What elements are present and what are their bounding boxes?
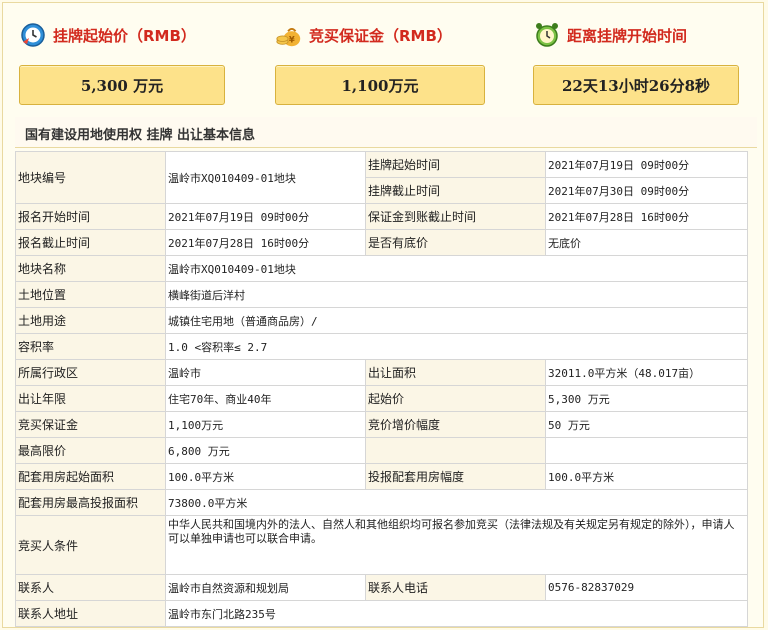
table-label: 联系人电话 bbox=[365, 574, 546, 601]
table-value: 温岭市XQ010409-01地块 bbox=[165, 151, 366, 204]
table-row: 配套用房最高投报面积 73800.0平方米 bbox=[15, 489, 748, 516]
table-value: 2021年07月19日 09时00分 bbox=[545, 151, 748, 178]
table-label: 保证金到账截止时间 bbox=[365, 203, 546, 230]
table-value: 1,100万元 bbox=[165, 411, 366, 438]
table-row: 容积率 1.0 <容积率≤ 2.7 bbox=[15, 333, 748, 360]
section-title: 国有建设用地使用权 挂牌 出让基本信息 bbox=[25, 128, 256, 143]
start-price-value: 5,300 万元 bbox=[19, 65, 225, 105]
table-value: 住宅70年、商业40年 bbox=[165, 385, 366, 412]
table-row: 报名开始时间 2021年07月19日 09时00分 保证金到账截止时间 2021… bbox=[15, 203, 748, 230]
table-value: 温岭市XQ010409-01地块 bbox=[165, 255, 748, 282]
countdown-value: 22天13小时26分8秒 bbox=[533, 65, 739, 105]
table-row: 联系人 温岭市自然资源和规划局 联系人电话 0576-82837029 bbox=[15, 574, 748, 601]
table-label: 竞买保证金 bbox=[15, 411, 166, 438]
table-row: 土地用途 城镇住宅用地（普通商品房）/ bbox=[15, 307, 748, 334]
countdown-card: 距离挂牌开始时间 22天13小时26分8秒 bbox=[533, 17, 753, 105]
table-label: 配套用房最高投报面积 bbox=[15, 489, 166, 516]
table-label: 竞买人条件 bbox=[15, 515, 166, 575]
start-price-card: 挂牌起始价（RMB） 5,300 万元 bbox=[19, 17, 239, 105]
table-label: 配套用房起始面积 bbox=[15, 463, 166, 490]
table-value: 1.0 <容积率≤ 2.7 bbox=[165, 333, 748, 360]
table-label: 挂牌起始时间 bbox=[365, 151, 546, 178]
table-label: 地块编号 bbox=[15, 151, 166, 204]
table-value: 横峰街道后洋村 bbox=[165, 281, 748, 308]
svg-text:¥: ¥ bbox=[289, 34, 295, 44]
table-value: 中华人民共和国境内外的法人、自然人和其他组织均可报名参加竞买（法律法规及有关规定… bbox=[165, 515, 748, 575]
table-row: 最高限价 6,800 万元 bbox=[15, 437, 748, 464]
table-row: 地块名称 温岭市XQ010409-01地块 bbox=[15, 255, 748, 282]
table-value: 温岭市 bbox=[165, 359, 366, 386]
table-value bbox=[545, 437, 748, 464]
table-row: 配套用房起始面积 100.0平方米 投报配套用房幅度 100.0平方米 bbox=[15, 463, 748, 490]
table-label: 地块名称 bbox=[15, 255, 166, 282]
table-label: 所属行政区 bbox=[15, 359, 166, 386]
table-value: 5,300 万元 bbox=[545, 385, 748, 412]
table-label: 报名截止时间 bbox=[15, 229, 166, 256]
deposit-title: 竞买保证金（RMB） bbox=[309, 26, 452, 45]
table-label: 土地用途 bbox=[15, 307, 166, 334]
alarm-clock-icon bbox=[533, 21, 561, 49]
table-row: 竞买保证金 1,100万元 竞价增价幅度 50 万元 bbox=[15, 411, 748, 438]
table-value: 0576-82837029 bbox=[545, 574, 748, 601]
table-value: 6,800 万元 bbox=[165, 437, 366, 464]
table-value: 城镇住宅用地（普通商品房）/ bbox=[165, 307, 748, 334]
table-label: 投报配套用房幅度 bbox=[365, 463, 546, 490]
table-row: 地块编号 温岭市XQ010409-01地块 挂牌起始时间 2021年07月19日… bbox=[15, 151, 748, 204]
table-value: 100.0平方米 bbox=[165, 463, 366, 490]
table-label: 容积率 bbox=[15, 333, 166, 360]
table-value: 50 万元 bbox=[545, 411, 748, 438]
table-label: 出让年限 bbox=[15, 385, 166, 412]
section-header: 国有建设用地使用权 挂牌 出让基本信息 bbox=[15, 117, 757, 148]
table-row: 土地位置 横峰街道后洋村 bbox=[15, 281, 748, 308]
table-row: 出让年限 住宅70年、商业40年 起始价 5,300 万元 bbox=[15, 385, 748, 412]
deposit-value: 1,100万元 bbox=[275, 65, 485, 105]
table-label: 挂牌截止时间 bbox=[365, 177, 546, 204]
table-value: 32011.0平方米（48.017亩） bbox=[545, 359, 748, 386]
table-label bbox=[365, 437, 546, 464]
table-value: 温岭市自然资源和规划局 bbox=[165, 574, 366, 601]
table-label: 联系人地址 bbox=[15, 600, 166, 627]
table-value: 2021年07月19日 09时00分 bbox=[165, 203, 366, 230]
clock-icon bbox=[19, 21, 47, 49]
table-row: 竞买人条件 中华人民共和国境内外的法人、自然人和其他组织均可报名参加竞买（法律法… bbox=[15, 515, 748, 575]
summary-cards: 挂牌起始价（RMB） 5,300 万元 ¥ 竞买保证金（RMB） 1,100万元… bbox=[3, 3, 765, 113]
table-label: 起始价 bbox=[365, 385, 546, 412]
table-label: 联系人 bbox=[15, 574, 166, 601]
table-row: 报名截止时间 2021年07月28日 16时00分 是否有底价 无底价 bbox=[15, 229, 748, 256]
table-row: 所属行政区 温岭市 出让面积 32011.0平方米（48.017亩） bbox=[15, 359, 748, 386]
table-label: 竞价增价幅度 bbox=[365, 411, 546, 438]
table-value: 2021年07月28日 16时00分 bbox=[545, 203, 748, 230]
table-value: 温岭市东门北路235号 bbox=[165, 600, 748, 627]
table-row: 联系人地址 温岭市东门北路235号 bbox=[15, 600, 748, 627]
countdown-title: 距离挂牌开始时间 bbox=[567, 26, 688, 45]
info-table: 地块编号 温岭市XQ010409-01地块 挂牌起始时间 2021年07月19日… bbox=[15, 151, 748, 627]
table-value: 2021年07月28日 16时00分 bbox=[165, 229, 366, 256]
listing-panel: 挂牌起始价（RMB） 5,300 万元 ¥ 竞买保证金（RMB） 1,100万元… bbox=[2, 2, 764, 628]
table-value: 100.0平方米 bbox=[545, 463, 748, 490]
money-bag-icon: ¥ bbox=[275, 21, 303, 49]
table-label: 是否有底价 bbox=[365, 229, 546, 256]
table-label: 土地位置 bbox=[15, 281, 166, 308]
table-value: 73800.0平方米 bbox=[165, 489, 748, 516]
table-label: 出让面积 bbox=[365, 359, 546, 386]
table-label: 报名开始时间 bbox=[15, 203, 166, 230]
table-label: 最高限价 bbox=[15, 437, 166, 464]
table-value: 无底价 bbox=[545, 229, 748, 256]
table-value: 2021年07月30日 09时00分 bbox=[545, 177, 748, 204]
deposit-card: ¥ 竞买保证金（RMB） 1,100万元 bbox=[275, 17, 495, 105]
start-price-title: 挂牌起始价（RMB） bbox=[53, 26, 196, 45]
